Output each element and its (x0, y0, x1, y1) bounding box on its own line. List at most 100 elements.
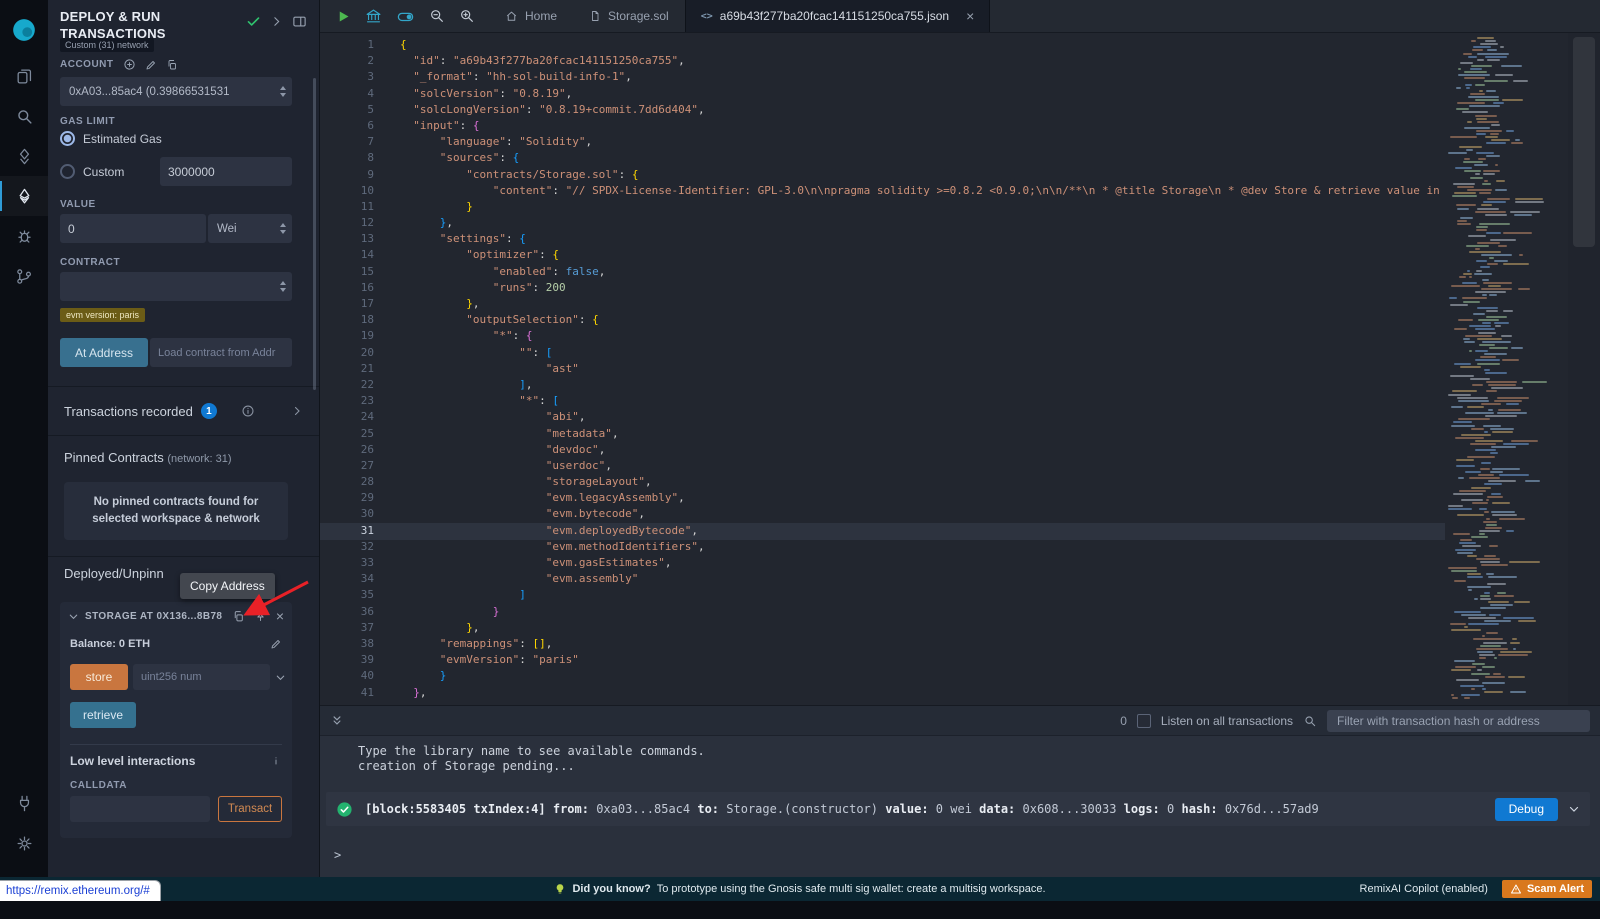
git-branch-icon (15, 267, 34, 286)
info-icon[interactable] (241, 404, 255, 418)
sidebar-item-deploy-run[interactable] (0, 176, 48, 216)
stepper-icon[interactable] (280, 86, 286, 97)
store-button[interactable]: store (70, 664, 128, 690)
remix-logo-icon[interactable] (0, 8, 48, 52)
search-icon[interactable] (1303, 714, 1317, 728)
deploy-run-icon (15, 187, 34, 206)
stepper-icon[interactable] (280, 281, 286, 292)
terminal-filter-input[interactable] (1327, 710, 1590, 732)
chevron-right-icon[interactable] (291, 405, 303, 417)
tab-build-info-json[interactable]: <> a69b43f277ba20fcac141151250ca755.json… (685, 0, 991, 32)
code-editor[interactable]: 1234567891011121314151617181920212223242… (320, 33, 1600, 705)
edit-balance-icon[interactable] (270, 638, 282, 650)
close-tab-icon[interactable]: × (966, 8, 974, 24)
icon-sidebar (0, 0, 48, 877)
scam-alert-button[interactable]: Scam Alert (1502, 880, 1592, 898)
pinned-empty-message: No pinned contracts found for selected w… (64, 482, 288, 540)
file-explorer-icon (15, 67, 34, 86)
zoom-in-button[interactable] (459, 8, 475, 24)
remix-ide: DEPLOY & RUN TRANSACTIONS Custom (31) ne… (0, 0, 1600, 919)
tab-storage-sol[interactable]: Storage.sol (573, 0, 685, 32)
plug-icon (15, 794, 34, 813)
tab-home[interactable]: Home (489, 0, 573, 32)
low-level-label: Low level interactions (70, 754, 195, 768)
debugger-icon (15, 227, 34, 246)
terminal-log-line: creation of Storage pending... (358, 759, 1600, 774)
custom-gas-radio[interactable] (60, 164, 75, 179)
check-icon (246, 14, 261, 29)
zoom-out-button[interactable] (429, 8, 445, 24)
expand-tx-icon[interactable] (1568, 803, 1580, 815)
add-account-icon[interactable] (123, 58, 136, 71)
transactions-recorded-label: Transactions recorded (64, 404, 193, 419)
file-icon (589, 10, 601, 22)
debug-button[interactable]: Debug (1495, 798, 1558, 821)
value-input[interactable] (60, 214, 206, 243)
info-icon[interactable] (270, 755, 282, 767)
calldata-label: CALLDATA (70, 780, 127, 791)
estimated-gas-radio[interactable] (60, 131, 75, 146)
sidebar-item-settings[interactable] (0, 823, 48, 863)
tx-count-badge: 1 (201, 403, 217, 419)
success-check-icon (336, 801, 353, 818)
minimap[interactable] (1445, 33, 1568, 705)
bank-icon (365, 8, 382, 25)
balance-label: Balance: 0 ETH (70, 638, 150, 650)
value-label: VALUE (60, 199, 96, 210)
editor-topbar: Home Storage.sol <> a69b43f277ba20fcac14… (320, 0, 1600, 33)
at-address-button[interactable]: At Address (60, 338, 148, 367)
chevron-right-icon[interactable] (270, 15, 283, 28)
store-input[interactable] (133, 664, 270, 690)
link-preview: https://remix.ethereum.org/# (0, 880, 161, 901)
account-select[interactable]: 0xA03...85ac4 (0.39866531531 (60, 77, 292, 106)
sidebar-item-file-explorer[interactable] (0, 56, 48, 96)
expand-store-icon[interactable] (275, 672, 286, 683)
custom-gas-label: Custom (83, 165, 124, 179)
terminal-prompt[interactable]: > (334, 848, 341, 863)
run-script-button[interactable] (336, 9, 351, 24)
network-badge: Custom (31) network (60, 38, 154, 52)
deploy-run-panel: DEPLOY & RUN TRANSACTIONS Custom (31) ne… (48, 0, 320, 877)
code-file-icon: <> (701, 11, 713, 22)
transactions-recorded-row[interactable]: Transactions recorded 1 (48, 386, 319, 436)
terminal-log-line: Type the library name to see available c… (358, 744, 1600, 759)
expand-terminal-icon[interactable] (330, 714, 344, 728)
scrollbar-thumb[interactable] (1573, 37, 1595, 247)
terminal-header: 0 Listen on all transactions (320, 706, 1600, 736)
transaction-log[interactable]: [block:5583405 txIndex:4] from: 0xa03...… (326, 792, 1590, 826)
transact-button[interactable]: Transact (218, 796, 282, 822)
panel-scrollbar[interactable] (313, 78, 316, 390)
editor-code[interactable]: { "id": "a69b43f277ba20fcac141151250ca75… (400, 37, 1445, 705)
value-unit-select[interactable]: Wei (208, 214, 292, 243)
edit-icon[interactable] (145, 59, 157, 71)
custom-gas-input[interactable] (160, 157, 292, 186)
contract-label: CONTRACT (60, 257, 120, 268)
editor-scrollbar[interactable] (1568, 33, 1600, 705)
solidity-compiler-icon (15, 147, 34, 166)
stepper-icon[interactable] (280, 223, 286, 234)
chevron-down-icon[interactable] (68, 611, 79, 622)
sidebar-item-solidity-compiler[interactable] (0, 136, 48, 176)
pinned-contracts-title: Pinned Contracts (network: 31) (64, 450, 232, 465)
sidebar-item-search[interactable] (0, 96, 48, 136)
listen-count: 0 (1120, 714, 1127, 728)
retrieve-button[interactable]: retrieve (70, 702, 136, 728)
listen-checkbox[interactable] (1137, 714, 1151, 728)
sidebar-item-debugger[interactable] (0, 216, 48, 256)
calldata-input[interactable] (70, 796, 210, 822)
copilot-toggle[interactable] (396, 7, 415, 26)
bank-button[interactable] (365, 8, 382, 25)
account-label: ACCOUNT (60, 59, 114, 70)
bottom-strip (0, 901, 1600, 919)
play-icon (336, 9, 351, 24)
deployed-contracts-title: Deployed/Unpinn (64, 566, 164, 581)
copy-icon[interactable] (166, 59, 178, 71)
home-icon (505, 10, 518, 23)
toggle-switch-icon (396, 7, 415, 26)
annotation-arrow (238, 578, 314, 622)
at-address-input[interactable] (150, 338, 292, 367)
sidebar-item-git[interactable] (0, 256, 48, 296)
sidebar-item-plugin-manager[interactable] (0, 783, 48, 823)
contract-select[interactable] (60, 272, 292, 301)
panel-layout-icon[interactable] (292, 14, 307, 29)
